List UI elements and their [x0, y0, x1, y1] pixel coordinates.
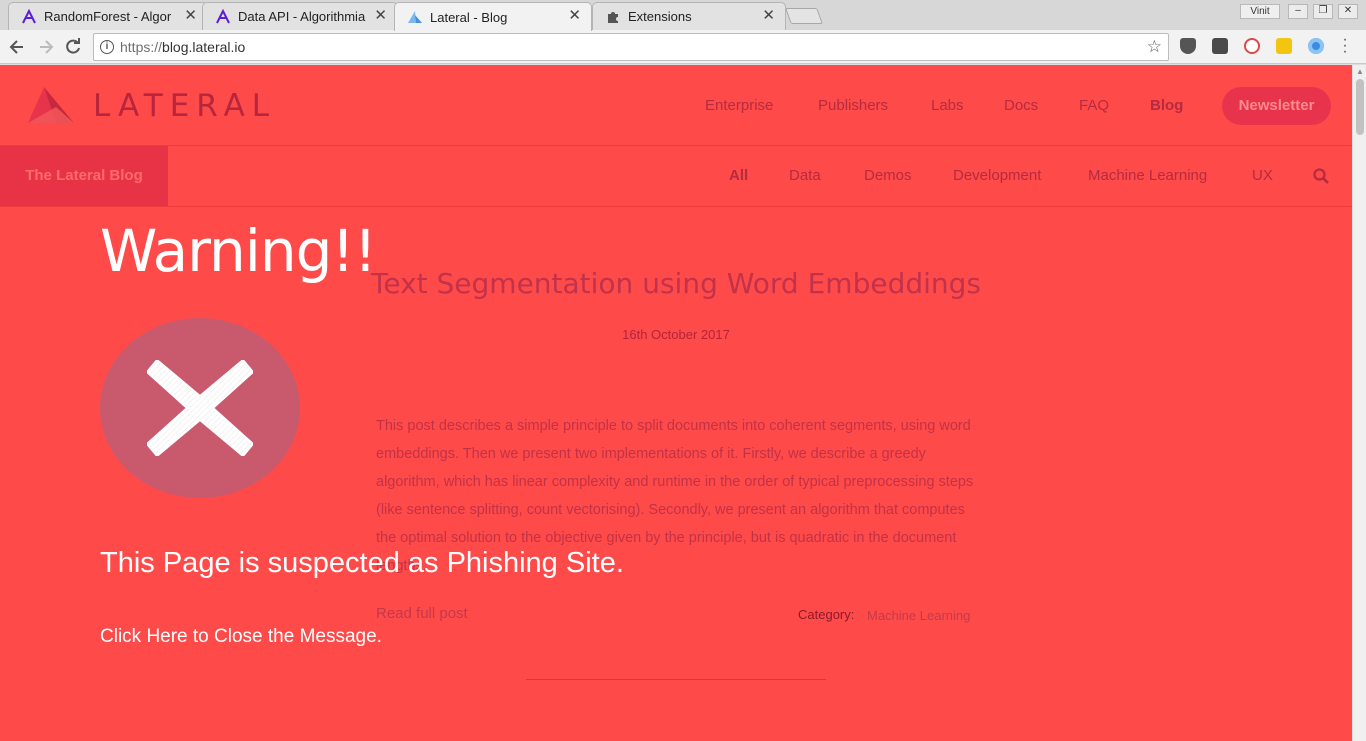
tab-lateral-blog[interactable]: Lateral - Blog ✕: [394, 2, 592, 31]
url-text: https://blog.lateral.io: [120, 39, 245, 55]
post-divider: [526, 679, 826, 680]
warning-title: Warning!!: [100, 217, 377, 285]
tab-title: Lateral - Blog: [430, 9, 508, 25]
close-icon[interactable]: ✕: [184, 8, 197, 24]
pocket-extension-icon[interactable]: [1180, 38, 1196, 54]
close-icon[interactable]: ✕: [374, 8, 387, 24]
forward-button[interactable]: [36, 37, 56, 57]
tab-title: Extensions: [628, 9, 692, 24]
browser-toolbar: i https://blog.lateral.io ☆ · · ·: [0, 30, 1366, 64]
chrome-extension-icon[interactable]: [1308, 38, 1324, 54]
tab-title: RandomForest - Algorith: [44, 9, 172, 24]
close-icon[interactable]: ✕: [762, 8, 775, 24]
algorithmia-icon: [21, 8, 37, 25]
tab-title: Data API - Algorithmia: [238, 9, 366, 24]
blog-home-link[interactable]: The Lateral Blog: [0, 146, 168, 206]
category-demos[interactable]: Demos: [864, 167, 912, 184]
category-label: Category:: [798, 607, 855, 622]
info-icon[interactable]: i: [100, 40, 114, 54]
newsletter-button[interactable]: Newsletter: [1222, 87, 1331, 125]
nav-labs[interactable]: Labs: [931, 97, 964, 114]
scrollbar-thumb[interactable]: [1356, 79, 1364, 135]
address-bar[interactable]: i https://blog.lateral.io ☆: [93, 33, 1169, 61]
reload-button[interactable]: [63, 37, 83, 57]
page-scrollbar[interactable]: ▲: [1352, 65, 1366, 741]
lateral-logo-icon[interactable]: [26, 83, 76, 127]
puzzle-icon: [605, 9, 621, 25]
new-tab-button[interactable]: [785, 8, 823, 24]
close-icon[interactable]: ✕: [568, 8, 581, 24]
tab-strip: RandomForest - Algorith ✕ Data API - Alg…: [0, 0, 1366, 31]
lateral-icon: [407, 9, 423, 25]
nav-publishers[interactable]: Publishers: [818, 97, 888, 114]
back-button[interactable]: [7, 37, 27, 57]
url-scheme: https://: [120, 39, 163, 55]
warning-circle: [100, 318, 300, 498]
close-message-link[interactable]: Click Here to Close the Message.: [100, 626, 382, 648]
category-data[interactable]: Data: [789, 167, 821, 184]
post-category-link[interactable]: Machine Learning: [867, 608, 970, 623]
nav-blog[interactable]: Blog: [1150, 97, 1183, 114]
profile-button[interactable]: Vinit: [1240, 4, 1280, 19]
url-host: blog.lateral.io: [162, 39, 246, 55]
reload-icon: [66, 38, 80, 54]
nav-faq[interactable]: FAQ: [1079, 97, 1109, 114]
blog-subnav: The Lateral Blog All Data Demos Developm…: [0, 146, 1352, 207]
maximize-button[interactable]: ❐: [1313, 4, 1333, 19]
forward-arrow-icon: [40, 40, 54, 54]
adblock-extension-icon[interactable]: [1244, 38, 1260, 54]
search-icon[interactable]: [1313, 168, 1329, 184]
category-machine-learning[interactable]: Machine Learning: [1088, 167, 1207, 184]
bookmark-star-icon[interactable]: ☆: [1147, 37, 1162, 57]
category-ux[interactable]: UX: [1252, 167, 1273, 184]
page-viewport: LATERAL Enterprise Publishers Labs Docs …: [0, 65, 1352, 741]
notes-extension-icon[interactable]: [1276, 38, 1292, 54]
nav-enterprise[interactable]: Enterprise: [705, 97, 773, 114]
logo-wordmark[interactable]: LATERAL: [93, 88, 276, 124]
tab-randomforest[interactable]: RandomForest - Algorith ✕: [8, 2, 208, 30]
evernote-extension-icon[interactable]: [1212, 38, 1228, 54]
category-development[interactable]: Development: [953, 167, 1041, 184]
back-arrow-icon: [9, 40, 23, 54]
tab-extensions[interactable]: Extensions ✕: [592, 2, 786, 30]
close-window-button[interactable]: ✕: [1338, 4, 1358, 19]
read-full-post-link[interactable]: Read full post: [376, 605, 468, 622]
minimize-button[interactable]: –: [1288, 4, 1308, 19]
browser-menu-icon[interactable]: · · ·: [1342, 32, 1348, 60]
scroll-up-arrow-icon[interactable]: ▲: [1356, 67, 1364, 76]
tab-data-api[interactable]: Data API - Algorithmia ✕: [202, 2, 398, 30]
warning-message: This Page is suspected as Phishing Site.: [100, 547, 624, 579]
site-header: LATERAL Enterprise Publishers Labs Docs …: [0, 65, 1352, 146]
nav-docs[interactable]: Docs: [1004, 97, 1038, 114]
close-x-icon: [147, 360, 253, 456]
category-all[interactable]: All: [729, 167, 748, 184]
algorithmia-icon: [215, 8, 231, 25]
